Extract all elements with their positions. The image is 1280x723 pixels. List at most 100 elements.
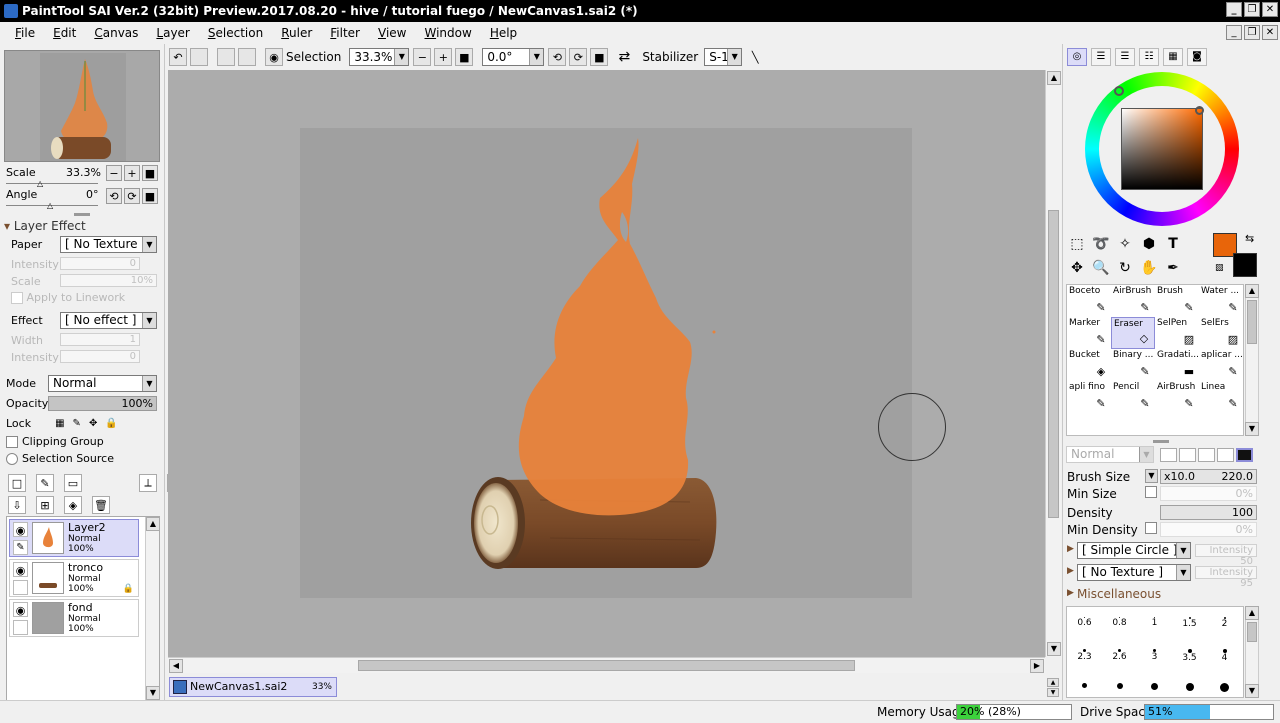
menu-window[interactable]: Window (415, 22, 480, 44)
layer-edit-icon[interactable] (13, 580, 28, 595)
move-icon[interactable]: ✥ (1067, 258, 1087, 278)
brush-grid-scroll-thumb[interactable] (1247, 300, 1257, 344)
expand-arrow-icon[interactable]: ▶ (1067, 566, 1074, 576)
scroll-down-icon[interactable]: ▼ (1245, 684, 1259, 698)
deselect-icon[interactable] (217, 48, 235, 66)
lock-transparency-icon[interactable]: ▦ (55, 418, 64, 429)
selection-source-radio[interactable] (6, 452, 18, 465)
brush-size-preset[interactable] (1067, 683, 1102, 688)
straight-line-icon[interactable]: ╲ (746, 48, 764, 66)
lock-move-icon[interactable]: ✥ (89, 418, 97, 429)
brush-tool-boceto[interactable]: Boceto ✎ (1067, 285, 1111, 317)
brush-tool-eraser[interactable]: Eraser ◇ (1111, 317, 1155, 349)
layer-edit-icon[interactable] (13, 620, 28, 635)
brush-size-preset[interactable] (1207, 683, 1242, 692)
brush-shape-5-icon[interactable] (1236, 448, 1253, 462)
menu-selection[interactable]: Selection (199, 22, 272, 44)
brush-shape-1-icon[interactable] (1160, 448, 1177, 462)
stabilizer-select[interactable]: S-1 ▼ (704, 48, 743, 66)
undo-icon[interactable]: ↶ (169, 48, 187, 66)
brush-tool-marker[interactable]: Marker ✎ (1067, 317, 1111, 349)
select-layer-icon[interactable]: ⬢ (1139, 234, 1159, 254)
color-wheel-tab-icon[interactable]: ◎ (1067, 48, 1087, 66)
menu-view[interactable]: View (369, 22, 415, 44)
clipping-group-checkbox[interactable] (6, 435, 18, 448)
scroll-down-icon[interactable]: ▼ (1245, 422, 1259, 436)
brush-tool-gradation[interactable]: Gradati... ▬ (1155, 349, 1199, 381)
menu-help[interactable]: Help (481, 22, 526, 44)
duplicate-layer-icon[interactable]: ⊞ (36, 496, 54, 514)
scratchpad-tab-icon[interactable]: ◙ (1187, 48, 1207, 66)
rotation-select[interactable]: 0.0° ▼ (482, 48, 545, 66)
close-button[interactable]: ✕ (1262, 2, 1278, 17)
vertical-scroll-thumb[interactable] (1048, 210, 1059, 518)
new-layer-icon[interactable]: □ (8, 474, 26, 492)
opacity-slider[interactable]: 100% (48, 396, 157, 411)
canvas-vertical-scrollbar[interactable]: ▲ ▼ (1045, 70, 1061, 657)
scroll-right-icon[interactable]: ▶ (1030, 659, 1044, 673)
brush-tool-selers[interactable]: SelErs ▨ (1199, 317, 1243, 349)
invert-selection-icon[interactable] (238, 48, 256, 66)
scroll-down-icon[interactable]: ▼ (146, 686, 160, 700)
effect-select[interactable]: [ No effect ] ▼ (60, 312, 157, 329)
scroll-up-icon[interactable]: ▲ (1245, 606, 1259, 620)
chevron-down-icon[interactable]: ▼ (1145, 469, 1158, 483)
brush-tool-pencil[interactable]: Pencil ✎ (1111, 381, 1155, 413)
layer-edit-icon[interactable]: ✎ (13, 540, 28, 555)
menu-filter[interactable]: Filter (321, 22, 369, 44)
scroll-up-icon[interactable]: ▲ (1245, 284, 1259, 298)
rotate-right-button[interactable]: ⟳ (124, 188, 140, 204)
brush-tool-bucket[interactable]: Bucket ◈ (1067, 349, 1111, 381)
zoom-out-button[interactable]: − (106, 165, 122, 181)
horizontal-scroll-thumb[interactable] (358, 660, 855, 671)
eye-icon[interactable]: ◉ (13, 562, 28, 577)
layer-effect-header[interactable]: Layer Effect (4, 219, 86, 233)
lasso-icon[interactable]: ➰ (1091, 234, 1111, 254)
magic-wand-icon[interactable]: ✧ (1115, 234, 1135, 254)
brush-shape-2-icon[interactable] (1179, 448, 1196, 462)
menu-ruler[interactable]: Ruler (272, 22, 321, 44)
swap-colors-icon[interactable]: ⇆ (1245, 232, 1254, 245)
zoom-reset-button[interactable]: ■ (142, 165, 158, 181)
sv-handle[interactable] (1195, 106, 1204, 115)
zoom-icon[interactable]: 🔍 (1091, 258, 1111, 278)
rotate-ccw-icon[interactable]: ⟲ (548, 48, 567, 66)
restore-button[interactable]: ❐ (1244, 2, 1260, 17)
brush-size-preset[interactable]: 2 (1207, 617, 1242, 629)
brush-tool-linea[interactable]: Linea ✎ (1199, 381, 1243, 413)
eye-icon[interactable]: ◉ (13, 602, 28, 617)
blend-mode-select[interactable]: Normal ▼ (48, 375, 157, 392)
scale-slider-handle[interactable]: △ (37, 179, 43, 188)
new-linework-layer-icon[interactable]: ✎ (36, 474, 54, 492)
layer-item[interactable]: ◉ tronco Normal 100% 🔒 (9, 559, 139, 597)
eyedropper-icon[interactable]: ✒ (1163, 258, 1183, 278)
lock-paint-icon[interactable]: ✎ (73, 418, 81, 429)
scale-slider[interactable] (6, 183, 98, 184)
brush-tool-airbrush[interactable]: AirBrush ✎ (1111, 285, 1155, 317)
layer-item[interactable]: ◉ ✎ Layer2 Normal 100% (9, 519, 139, 557)
flip-horizontal-icon[interactable]: ⇄ (615, 48, 633, 66)
brush-size-preset[interactable] (1137, 683, 1172, 690)
brush-tool-selpen[interactable]: SelPen ▨ (1155, 317, 1199, 349)
zoom-in-button[interactable]: + (124, 165, 140, 181)
rotate-view-icon[interactable]: ↻ (1115, 258, 1135, 278)
zoom-reset-icon[interactable]: ■ (455, 48, 474, 66)
new-folder-icon[interactable]: ▭ (64, 474, 82, 492)
menu-file[interactable]: File (6, 22, 44, 44)
rotate-reset-button[interactable]: ■ (142, 188, 158, 204)
rgb-sliders-tab-icon[interactable]: ☰ (1091, 48, 1111, 66)
brush-size-preset[interactable] (1102, 683, 1137, 689)
swatches-tab-icon[interactable]: ▦ (1163, 48, 1183, 66)
canvas-horizontal-scrollbar[interactable]: ◀ ▶ (168, 657, 1045, 673)
scroll-left-icon[interactable]: ◀ (169, 659, 183, 673)
hue-handle[interactable] (1114, 86, 1124, 96)
brush-size-preset[interactable]: 1 (1137, 617, 1172, 628)
brush-size-preset[interactable]: 3 (1137, 649, 1172, 662)
brush-size-preset[interactable] (1172, 683, 1207, 691)
brush-size-preset[interactable]: 2.6 (1102, 649, 1137, 662)
menu-edit[interactable]: Edit (44, 22, 85, 44)
brush-tool-water[interactable]: Water ... ✎ (1199, 285, 1243, 317)
expand-arrow-icon[interactable]: ▶ (1067, 588, 1074, 598)
selection-source-row[interactable]: Selection Source (6, 452, 114, 465)
brush-tool-brush[interactable]: Brush ✎ (1155, 285, 1199, 317)
